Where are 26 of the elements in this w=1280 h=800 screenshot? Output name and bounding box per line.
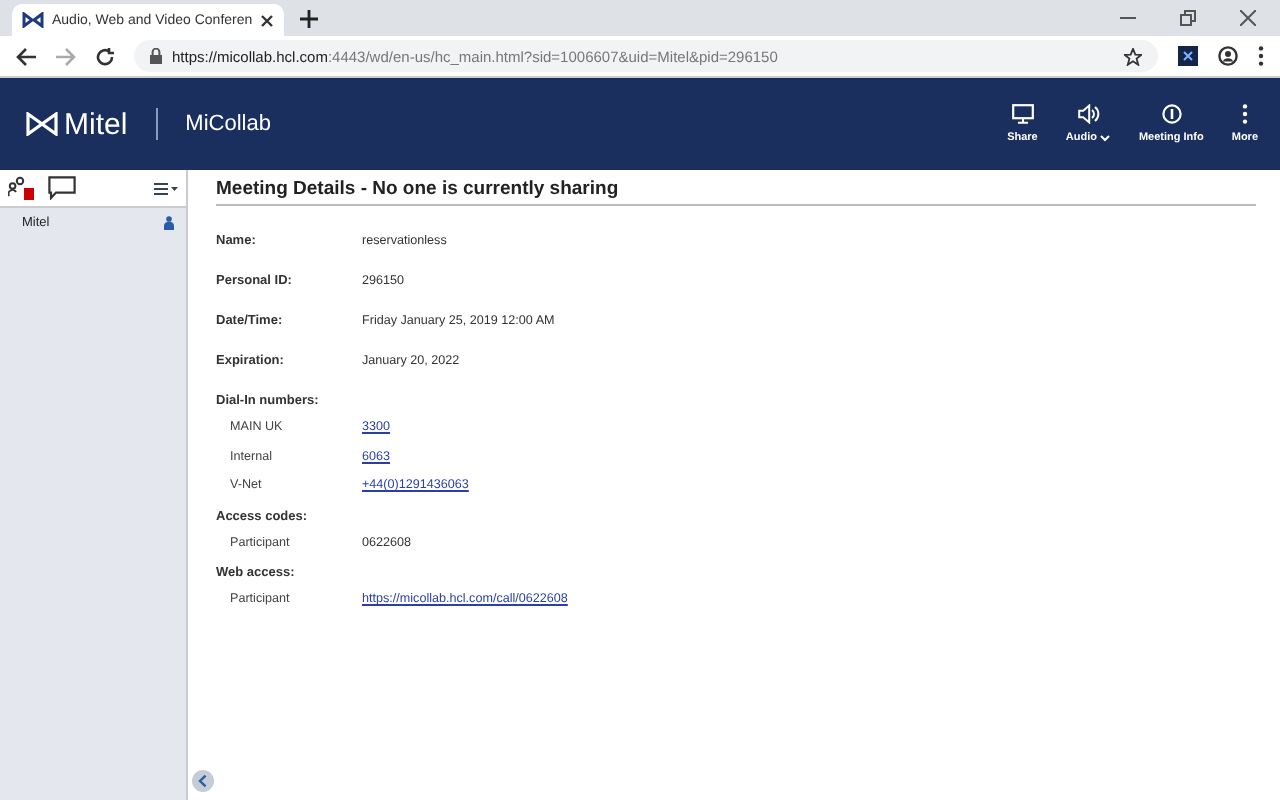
info-icon	[1161, 104, 1182, 124]
restore-icon[interactable]	[1180, 10, 1196, 26]
logo-text: Mitel	[64, 107, 128, 141]
list-menu-icon[interactable]	[154, 181, 178, 195]
chat-icon[interactable]	[48, 176, 76, 200]
more-icon	[1241, 104, 1248, 124]
back-icon[interactable]	[16, 47, 36, 65]
collapse-icon[interactable]	[192, 770, 214, 792]
monitor-icon	[1011, 104, 1034, 124]
logo-icon	[26, 112, 58, 136]
speaker-icon	[1077, 104, 1100, 124]
tab-logo-icon	[22, 12, 44, 28]
account-icon[interactable]	[1218, 46, 1238, 66]
close-icon[interactable]	[1240, 10, 1256, 26]
person-icon	[164, 216, 174, 230]
lock-icon	[150, 48, 162, 64]
menu-icon[interactable]	[1258, 46, 1264, 66]
product-name: MiCollab	[185, 112, 271, 136]
details-heading: Meeting Details - No one is currently sharing	[216, 178, 1256, 206]
extension-icon[interactable]	[1178, 46, 1198, 66]
star-icon[interactable]	[1124, 47, 1142, 65]
caret-icon	[1100, 134, 1111, 142]
new-tab-icon[interactable]	[300, 10, 319, 28]
participants-icon[interactable]	[8, 176, 36, 200]
reload-icon[interactable]	[96, 47, 114, 65]
close-icon[interactable]	[260, 13, 275, 27]
